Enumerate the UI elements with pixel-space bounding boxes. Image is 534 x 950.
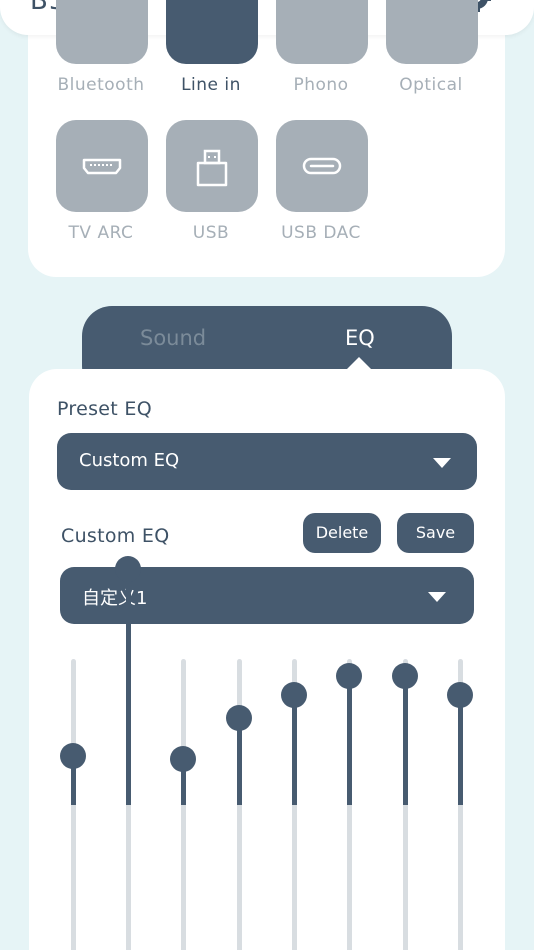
source-tile-line-in[interactable] <box>166 0 258 64</box>
tab-eq[interactable]: EQ <box>345 326 375 350</box>
source-tile-optical[interactable] <box>386 0 478 64</box>
eq-band-knob[interactable] <box>60 742 86 769</box>
usb-c-icon <box>302 157 342 175</box>
preset-eq-dropdown[interactable]: Custom EQ <box>57 433 477 490</box>
eq-band-knob[interactable] <box>226 704 252 731</box>
source-tile-bluetooth[interactable] <box>56 0 148 64</box>
eq-card: Preset EQ Custom EQ Custom EQ Delete Sav… <box>29 369 505 950</box>
source-label: USB <box>192 223 230 243</box>
source-tile-phono[interactable] <box>276 0 368 64</box>
hdmi-icon <box>82 158 122 175</box>
source-label: Bluetooth <box>57 75 145 95</box>
delete-button[interactable]: Delete <box>303 513 381 553</box>
source-tile-tv-arc[interactable] <box>56 120 148 212</box>
chevron-down-icon <box>428 592 446 602</box>
usb-icon <box>196 149 228 187</box>
eq-band-fill <box>126 569 131 805</box>
active-tab-indicator <box>346 357 372 370</box>
source-label: Line in <box>181 75 241 95</box>
source-label: Optical <box>399 75 463 95</box>
eq-band-knob[interactable] <box>392 662 418 689</box>
eq-band-fill <box>237 717 242 805</box>
source-label: Phono <box>293 75 349 95</box>
custom-eq-label: Custom EQ <box>61 525 170 547</box>
eq-band-knob[interactable] <box>281 681 307 708</box>
eq-band-knob[interactable] <box>447 681 473 708</box>
source-tile-usb-dac[interactable] <box>276 120 368 212</box>
save-button[interactable]: Save <box>397 513 474 553</box>
eq-band-fill <box>458 694 463 805</box>
preset-eq-value: Custom EQ <box>79 450 180 471</box>
source-label: USB DAC <box>281 223 361 243</box>
source-label: TV ARC <box>68 223 134 243</box>
chevron-down-icon <box>433 458 451 468</box>
eq-band-knob[interactable] <box>170 746 196 773</box>
eq-band-fill <box>292 694 297 805</box>
preset-eq-label: Preset EQ <box>57 398 152 420</box>
source-tile-usb[interactable] <box>166 120 258 212</box>
eq-band-fill <box>403 675 408 805</box>
custom-eq-value: 自定义1 <box>82 588 148 609</box>
eq-band-fill <box>347 675 352 805</box>
eq-band-knob[interactable] <box>336 662 362 689</box>
tab-sound[interactable]: Sound <box>140 326 206 350</box>
